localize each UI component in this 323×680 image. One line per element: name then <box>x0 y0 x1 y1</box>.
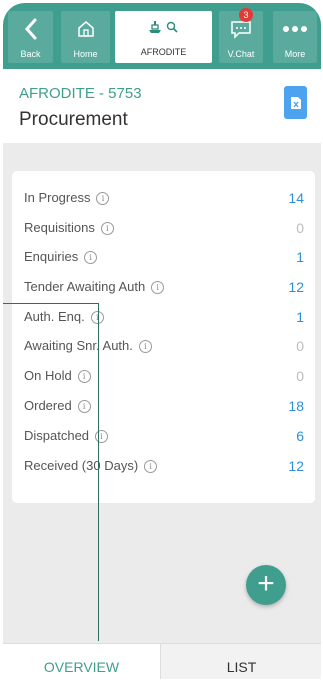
page-header: AFRODITE - 5753 Procurement <box>3 69 321 143</box>
stat-count[interactable]: 12 <box>288 279 304 295</box>
more-dots-icon <box>273 17 317 41</box>
stat-count[interactable]: 1 <box>296 249 304 265</box>
stat-row-received-30-days[interactable]: Received (30 Days) i 12 <box>24 455 304 477</box>
home-icon <box>61 17 110 41</box>
stat-count[interactable]: 1 <box>296 309 304 325</box>
stat-label: Dispatched i <box>24 428 109 443</box>
procurement-stats-card: In Progress i 14 Requisitions i 0 Enquirie… <box>12 171 315 503</box>
info-icon[interactable]: i <box>95 430 109 443</box>
stat-label: Awaiting Snr. Auth. i <box>24 338 152 353</box>
excel-file-icon <box>290 96 301 109</box>
stat-row-dispatched[interactable]: Dispatched i 6 <box>24 425 304 447</box>
stat-row-ordered[interactable]: Ordered i 18 <box>24 395 304 417</box>
stat-label: Auth. Enq.i <box>24 309 104 324</box>
info-icon[interactable]: i <box>138 340 152 353</box>
info-icon[interactable]: i <box>96 192 110 205</box>
stat-count[interactable]: 12 <box>288 458 304 474</box>
back-button[interactable]: Back <box>8 11 53 63</box>
stat-row-awaiting-snr-auth[interactable]: Awaiting Snr. Auth. i 0 <box>24 335 304 357</box>
info-icon[interactable]: i <box>144 460 158 473</box>
info-icon[interactable]: i <box>77 370 91 383</box>
info-icon[interactable]: i <box>151 281 165 294</box>
vessel-selector[interactable]: AFRODITE <box>115 11 212 63</box>
stat-label: Tender Awaiting Auth i <box>24 279 165 294</box>
vessel-code: AFRODITE - 5753 <box>19 85 142 102</box>
stat-count[interactable]: 14 <box>288 190 304 206</box>
stat-row-on-hold[interactable]: On Hold i 0 <box>24 365 304 387</box>
add-button[interactable]: + <box>246 565 286 605</box>
home-label: Home <box>73 49 98 59</box>
vchat-label: V.Chat <box>227 49 255 59</box>
more-button[interactable]: More <box>273 11 317 63</box>
stat-count: 0 <box>296 338 304 354</box>
stat-label: Received (30 Days) i <box>24 458 158 473</box>
page-title: Procurement <box>19 109 128 130</box>
more-label: More <box>284 49 306 59</box>
app-frame: Back Home AFRODITE 3 V.Chat More AFRODIT… <box>3 3 321 679</box>
stat-label: On Hold i <box>24 368 91 383</box>
stat-label: Ordered i <box>24 398 91 413</box>
stat-label: In Progress i <box>24 190 110 205</box>
info-icon[interactable]: i <box>84 251 98 264</box>
stat-label: Requisitions i <box>24 220 114 235</box>
back-label: Back <box>20 49 41 59</box>
export-doc-button[interactable] <box>284 86 307 119</box>
bottom-tab-bar: OVERVIEW LIST <box>3 643 321 679</box>
stat-count: 0 <box>296 368 304 384</box>
vchat-button[interactable]: 3 V.Chat <box>219 8 263 63</box>
leader-line-vertical <box>98 303 99 641</box>
stat-label: Enquiries i <box>24 249 98 264</box>
stat-row-enquiries[interactable]: Enquiries i 1 <box>24 246 304 268</box>
stat-row-tender-awaiting-auth[interactable]: Tender Awaiting Auth i 12 <box>24 276 304 298</box>
stat-count[interactable]: 18 <box>288 398 304 414</box>
info-icon[interactable]: i <box>77 400 91 413</box>
stat-row-requisitions[interactable]: Requisitions i 0 <box>24 217 304 239</box>
tab-list[interactable]: LIST <box>160 644 321 679</box>
chevron-left-icon <box>8 17 53 41</box>
info-icon[interactable]: i <box>100 222 114 235</box>
vchat-badge: 3 <box>239 8 253 22</box>
vessel-name: AFRODITE <box>140 47 187 57</box>
home-button[interactable]: Home <box>61 11 110 63</box>
leader-line-horizontal <box>3 303 99 304</box>
stat-row-in-progress[interactable]: In Progress i 14 <box>24 187 304 209</box>
tab-overview[interactable]: OVERVIEW <box>3 644 160 679</box>
top-nav-bar: Back Home AFRODITE 3 V.Chat More <box>3 3 321 69</box>
stat-row-auth-enq[interactable]: Auth. Enq.i 1 <box>24 306 304 328</box>
ship-search-icon <box>115 19 212 38</box>
stat-count: 0 <box>296 220 304 236</box>
stat-count[interactable]: 6 <box>296 428 304 444</box>
